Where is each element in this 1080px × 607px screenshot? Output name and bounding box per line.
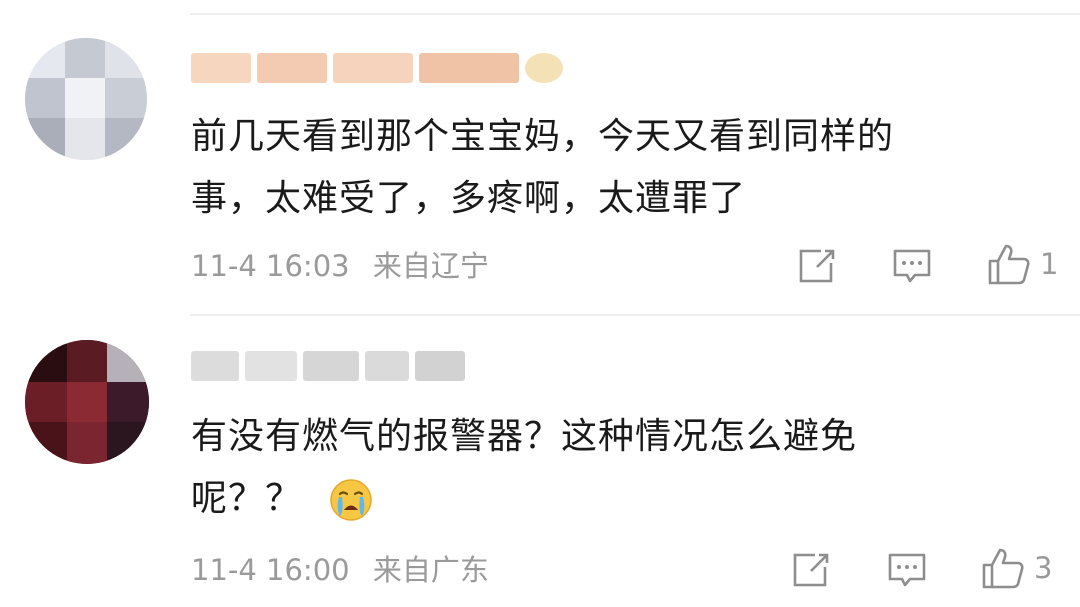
- comment-meta: 11-4 16:03 来自辽宁: [191, 246, 489, 286]
- comment-text: 有没有燃气的报警器？这种情况怎么避免 呢？？: [191, 406, 1051, 530]
- comment-time: 11-4 16:00: [191, 553, 350, 587]
- comment-time: 11-4 16:03: [191, 249, 350, 283]
- comment-item: 有没有燃气的报警器？这种情况怎么避免 呢？？ 11-4 16:00 来自广东 3: [0, 314, 1080, 607]
- like-button[interactable]: 1: [986, 242, 1058, 286]
- like-button[interactable]: 3: [980, 546, 1052, 590]
- comment-item: 前几天看到那个宝宝妈，今天又看到同样的 事，太难受了，多疼啊，太遭罪了 11-4…: [0, 0, 1080, 310]
- comment-text-line: 事，太难受了，多疼啊，太遭罪了: [191, 178, 747, 219]
- comment-location: 来自辽宁: [372, 249, 489, 283]
- forward-icon: [799, 249, 835, 283]
- comment-text-line-content: 呢？？: [191, 478, 303, 519]
- avatar[interactable]: [25, 38, 147, 160]
- forward-button[interactable]: [789, 548, 831, 592]
- username[interactable]: [191, 348, 465, 384]
- thumbs-up-icon: [982, 548, 1024, 589]
- comment-button[interactable]: [890, 244, 934, 288]
- comment-location: 来自广东: [372, 553, 489, 587]
- like-count: 3: [1034, 551, 1053, 585]
- comment-icon: [888, 553, 926, 587]
- comment-text: 前几天看到那个宝宝妈，今天又看到同样的 事，太难受了，多疼啊，太遭罪了: [191, 106, 1051, 230]
- comment-meta: 11-4 16:00 来自广东: [191, 550, 489, 590]
- comment-text-line: 呢？？: [191, 468, 1051, 530]
- comment-text-line: 有没有燃气的报警器？这种情况怎么避免: [191, 416, 858, 457]
- forward-button[interactable]: [795, 244, 837, 288]
- comment-text-line: 前几天看到那个宝宝妈，今天又看到同样的: [191, 116, 895, 157]
- forward-icon: [793, 553, 829, 587]
- thumbs-up-icon: [988, 244, 1030, 285]
- comment-icon: [893, 249, 931, 283]
- like-count: 1: [1040, 247, 1059, 281]
- comment-button[interactable]: [885, 548, 929, 592]
- username[interactable]: [191, 50, 563, 86]
- crying-face-icon: [330, 479, 373, 521]
- avatar[interactable]: [25, 340, 149, 464]
